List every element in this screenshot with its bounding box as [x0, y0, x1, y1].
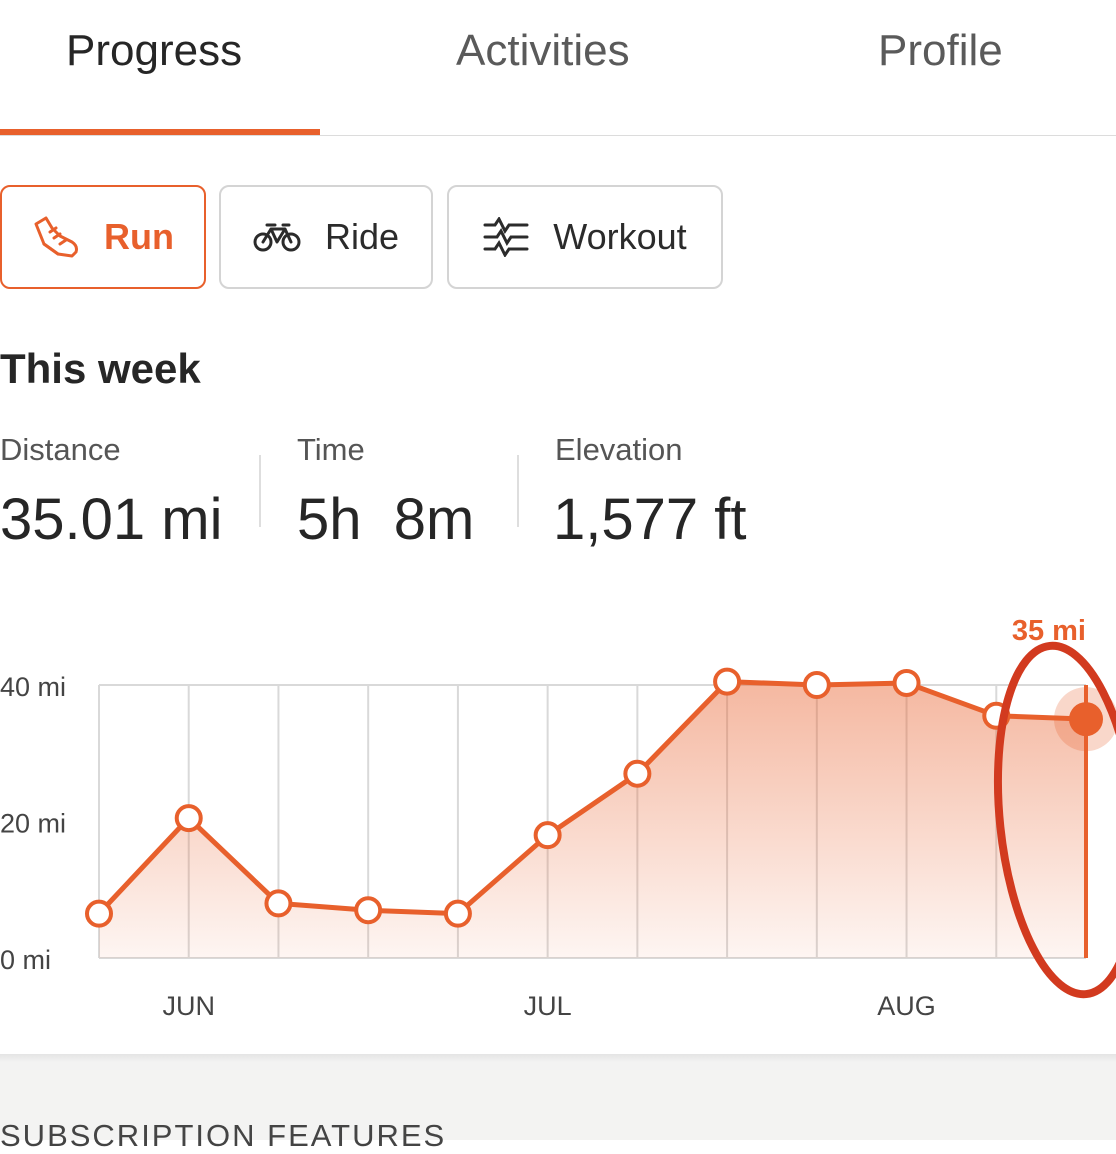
- top-tab-bar: Progress Activities Profile: [0, 0, 1116, 136]
- tab-progress[interactable]: Progress: [66, 26, 242, 76]
- data-point: [85, 899, 113, 928]
- elevation-label: Elevation: [555, 432, 683, 467]
- weekly-distance-chart[interactable]: 40 mi20 mi0 miJUN JUL AUG35 mi: [0, 590, 1116, 1030]
- chart-area-fill: [99, 681, 1086, 958]
- data-point: [443, 899, 472, 928]
- shoe-icon: [32, 214, 80, 260]
- stat-divider: [259, 455, 261, 527]
- y-tick-label: 40 mi: [0, 672, 66, 702]
- stat-divider: [517, 455, 519, 527]
- run-filter-label: Run: [104, 216, 174, 257]
- active-tab-indicator: [0, 129, 320, 135]
- tab-activities[interactable]: Activities: [456, 26, 630, 76]
- selected-data-point: [1069, 702, 1103, 737]
- data-point: [623, 759, 652, 788]
- x-tick-label: JUN: [162, 991, 215, 1021]
- bike-icon: [253, 221, 301, 253]
- workout-filter-button[interactable]: Workout: [447, 185, 723, 289]
- data-point: [533, 821, 562, 850]
- elevation-value: 1,577 ft: [553, 487, 747, 552]
- distance-value: 35.01 mi: [0, 487, 223, 552]
- ride-filter-label: Ride: [324, 216, 400, 257]
- data-point: [713, 667, 742, 696]
- y-tick-label: 0 mi: [0, 945, 51, 975]
- data-point: [892, 668, 921, 697]
- tab-profile[interactable]: Profile: [878, 26, 1003, 76]
- x-tick-label: AUG: [877, 991, 936, 1021]
- ride-filter-button[interactable]: Ride: [219, 185, 433, 289]
- data-point: [174, 804, 203, 833]
- workout-wave-icon: [483, 217, 529, 257]
- data-point: [354, 896, 383, 925]
- x-tick-label: JUL: [524, 991, 572, 1021]
- footer-divider: [0, 1054, 1116, 1062]
- data-point: [264, 889, 293, 918]
- data-point: [802, 671, 831, 699]
- workout-filter-label: Workout: [553, 216, 687, 257]
- time-label: Time: [297, 432, 365, 467]
- run-filter-button[interactable]: Run: [0, 185, 206, 289]
- subscription-features-heading: SUBSCRIPTION FEATURES: [0, 1118, 447, 1153]
- distance-label: Distance: [0, 432, 121, 467]
- time-value: 5h 8m: [297, 487, 475, 552]
- y-tick-label: 20 mi: [0, 809, 66, 839]
- section-title: This week: [0, 345, 201, 392]
